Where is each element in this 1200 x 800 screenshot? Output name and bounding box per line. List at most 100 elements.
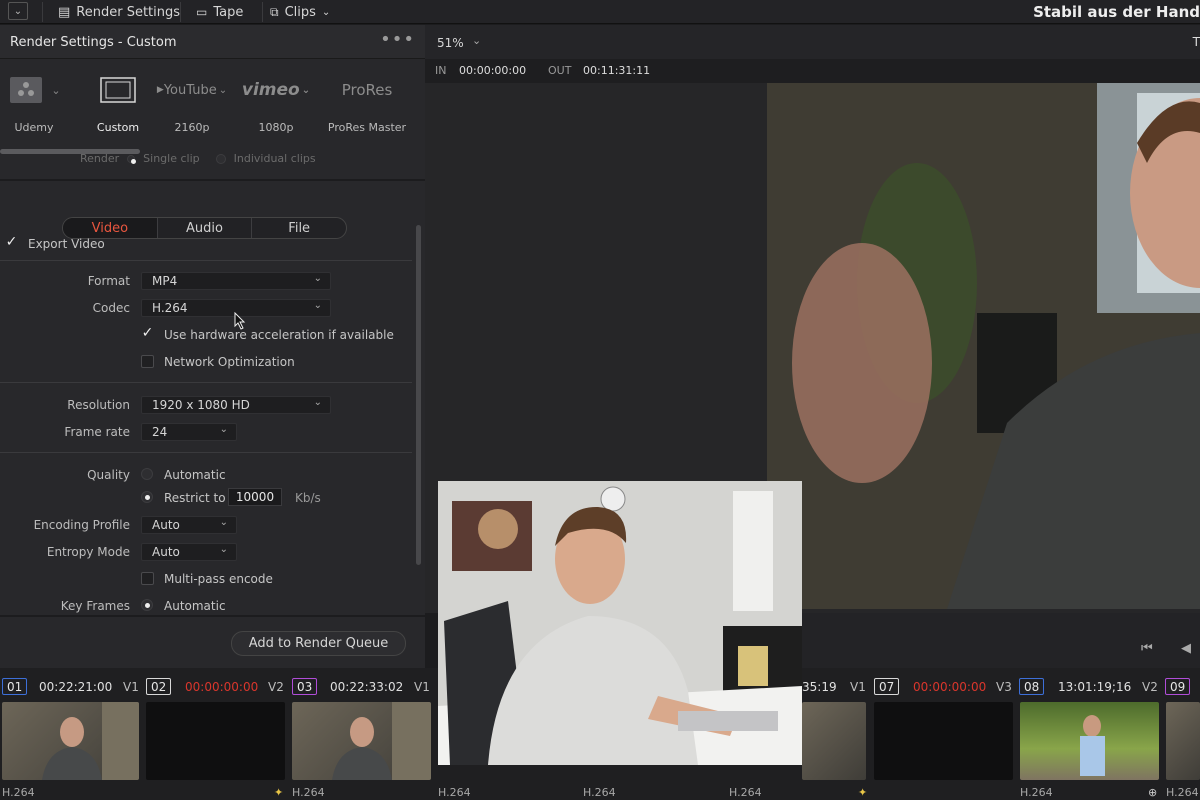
clip-track: V2 xyxy=(268,680,284,694)
network-opt-label: Network Optimization xyxy=(164,355,295,369)
clip-number: 03 xyxy=(292,678,318,695)
hw-accel-label: Use hardware acceleration if available xyxy=(164,328,394,342)
add-to-render-queue-button[interactable]: Add to Render Queue xyxy=(231,631,406,656)
tab-video[interactable]: Video xyxy=(63,218,158,238)
clip-codec: H.264 xyxy=(1166,786,1199,799)
entropy-mode-dropdown[interactable]: Auto ⌄ xyxy=(141,543,237,561)
more-options-icon[interactable]: ••• xyxy=(380,29,415,50)
chevron-down-icon: ⌄ xyxy=(313,397,322,408)
bitrate-input[interactable]: 10000 xyxy=(228,488,282,506)
preset-vimeo-1080p[interactable]: vimeo ⌄ 1080p xyxy=(236,65,316,134)
clip-thumbnail[interactable] xyxy=(292,702,431,780)
preset-prores-master[interactable]: ProRes ProRes Master xyxy=(327,65,407,134)
clip-thumbnail[interactable] xyxy=(802,702,866,780)
export-video-label: Export Video xyxy=(28,237,105,251)
preset-custom[interactable]: Custom xyxy=(78,65,158,134)
settings-tabs: Video Audio File xyxy=(62,217,347,239)
panel-header: Render Settings - Custom ••• xyxy=(0,25,425,59)
render-settings-icon: ▤ xyxy=(58,4,71,20)
clip-track: V1 xyxy=(123,680,139,694)
viewer-right-mark: T xyxy=(1192,35,1200,49)
chevron-down-icon: ⌄ xyxy=(51,83,61,97)
encoding-profile-dropdown[interactable]: Auto ⌄ xyxy=(141,516,237,534)
chevron-down-icon: ⌄ xyxy=(13,5,23,17)
clip-thumbnail[interactable] xyxy=(146,702,285,780)
clip-track: V1 xyxy=(414,680,430,694)
clips-button[interactable]: ⧉ Clips ⌄ xyxy=(270,2,330,22)
format-dropdown[interactable]: MP4 ⌄ xyxy=(141,272,331,290)
tape-button[interactable]: ▭ Tape xyxy=(196,2,243,22)
video-preview xyxy=(767,83,1200,609)
top-toolbar: ⌄ ▤ Render Settings ▭ Tape ⧉ Clips ⌄ Sta… xyxy=(0,0,1200,24)
person-thumbnail-image xyxy=(332,702,431,780)
chevron-down-icon: ⌄ xyxy=(218,84,228,96)
tab-audio[interactable]: Audio xyxy=(158,218,253,238)
clip-timecode: 00:22:21:00 xyxy=(39,680,113,694)
multipass-label: Multi-pass encode xyxy=(164,572,273,586)
entropy-mode-label: Entropy Mode xyxy=(46,545,130,559)
bitrate-unit: Kb/s xyxy=(295,491,321,505)
clip-number: 02 xyxy=(146,678,172,695)
person-thumbnail-image xyxy=(42,702,139,780)
person-outdoors-image xyxy=(1080,715,1105,776)
render-settings-button[interactable]: ▤ Render Settings xyxy=(58,2,180,22)
play-reverse-icon[interactable]: ◀ xyxy=(1181,641,1191,656)
tab-file[interactable]: File xyxy=(252,218,346,238)
chevron-down-icon: ⌄ xyxy=(313,300,322,311)
effect-icon: ✦ xyxy=(858,786,868,799)
framerate-dropdown[interactable]: 24 ⌄ xyxy=(141,423,237,441)
clip-number: 07 xyxy=(874,678,900,695)
chevron-down-icon: ⌄ xyxy=(321,6,331,18)
quality-label: Quality xyxy=(87,468,130,482)
clip-codec: H.264 xyxy=(583,786,616,799)
keyframes-label: Key Frames xyxy=(60,599,130,613)
transport-controls: ⏮ ◀ xyxy=(767,613,1200,668)
render-settings-panel: Render Settings - Custom ••• ⌄ Udemy Cus… xyxy=(0,25,425,668)
restrict-radio[interactable] xyxy=(141,491,153,503)
clip-track: V2 xyxy=(1142,680,1158,694)
clip-codec: H.264 xyxy=(2,786,35,799)
preset-youtube-2160p[interactable]: ▶ YouTube ⌄ 2160p xyxy=(152,65,232,135)
clip-timecode: 00:22:33:02 xyxy=(330,680,404,694)
clips-icon: ⧉ xyxy=(270,4,279,19)
clip-number: 08 xyxy=(1019,678,1045,695)
quality-auto-radio[interactable] xyxy=(141,468,153,480)
hw-accel-checkbox[interactable]: ✓ xyxy=(141,326,154,341)
youtube-icon: ▶ xyxy=(156,85,164,95)
panel-toggle-button[interactable]: ⌄ xyxy=(8,2,28,20)
chevron-down-icon: ⌄ xyxy=(219,544,228,555)
individual-clips-radio[interactable] xyxy=(215,153,226,164)
resolution-dropdown[interactable]: 1920 x 1080 HD ⌄ xyxy=(141,396,331,414)
single-clip-radio[interactable] xyxy=(127,154,137,164)
effect-icon: ✦ xyxy=(274,786,284,799)
clip-thumbnail[interactable] xyxy=(1020,702,1159,780)
network-opt-checkbox[interactable] xyxy=(141,355,154,368)
multipass-checkbox[interactable] xyxy=(141,572,154,585)
clip-codec: H.264 xyxy=(438,786,471,799)
clip-timecode: 00:00:00:00 xyxy=(913,680,987,694)
film-strip-icon xyxy=(100,77,136,103)
clip-codec: H.264 xyxy=(1020,786,1053,799)
keyframes-value: Automatic xyxy=(164,599,226,613)
keyframes-auto-radio[interactable] xyxy=(141,599,153,611)
go-to-start-icon[interactable]: ⏮ xyxy=(1141,641,1153,656)
viewer-header: 51% ⌄ T xyxy=(425,25,1200,59)
preset-udemy[interactable]: ⌄ Udemy xyxy=(0,65,74,134)
resolve-deliver-page: ⌄ ▤ Render Settings ▭ Tape ⧉ Clips ⌄ Sta… xyxy=(0,0,1200,800)
clip-track: V1 xyxy=(850,680,866,694)
framerate-label: Frame rate xyxy=(64,425,130,439)
panel-title: Render Settings - Custom xyxy=(10,35,177,50)
chevron-down-icon[interactable]: ⌄ xyxy=(472,34,481,47)
export-video-checkbox[interactable]: ✓ xyxy=(5,235,18,250)
clip-codec: H.264 xyxy=(729,786,762,799)
settings-scrollbar[interactable] xyxy=(416,225,421,565)
clip-thumbnail[interactable] xyxy=(874,702,1013,780)
target-icon: ⊕ xyxy=(1148,786,1158,799)
clip-timecode: 35:19 xyxy=(802,680,837,694)
quality-auto-label: Automatic xyxy=(164,468,226,482)
presenter-webcam-image xyxy=(438,481,802,765)
in-timecode: 00:00:00:00 xyxy=(459,64,527,77)
clip-thumbnail[interactable] xyxy=(1166,702,1200,780)
zoom-level[interactable]: 51% xyxy=(437,36,464,50)
clip-thumbnail[interactable] xyxy=(2,702,139,780)
